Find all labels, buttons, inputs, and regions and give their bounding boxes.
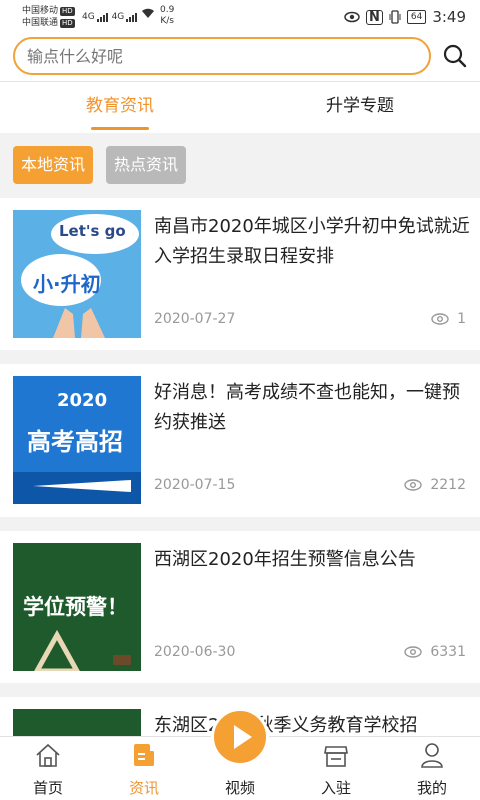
- news-title: 好消息！高考成绩不查也能知，一键预约获推送: [154, 382, 460, 433]
- carrier-2: 中国联通: [22, 18, 59, 28]
- eye-icon: [404, 479, 423, 491]
- news-date: 2020-07-15: [154, 477, 236, 493]
- video-play-button[interactable]: [211, 708, 269, 766]
- news-date: 2020-07-27: [154, 311, 236, 327]
- wifi-icon: [142, 8, 155, 18]
- news-item[interactable]: 学位预警！ 西湖区2020年招生预警信息公告 2020-06-30 6331: [0, 531, 480, 683]
- search-input[interactable]: [13, 37, 431, 75]
- carrier-1: 中国移动: [22, 6, 59, 16]
- vibrate-icon: [389, 10, 401, 24]
- carrier-info: 中国移动 HD 中国联通 HD: [22, 6, 75, 28]
- tab-admission-topics[interactable]: 升学专题: [240, 82, 480, 133]
- signal-icon: 4G 4G: [82, 8, 155, 22]
- nav-home[interactable]: 首页: [0, 737, 96, 800]
- news-item[interactable]: 2020 高考高招 好消息！高考成绩不查也能知，一键预约获推送 2020-07-…: [0, 364, 480, 517]
- filter-chips: 本地资讯 热点资讯: [13, 146, 187, 184]
- network-speed: 0.9 K/s: [160, 5, 175, 26]
- nav-mine[interactable]: 我的: [384, 737, 480, 800]
- clock: 3:49: [432, 8, 466, 26]
- chip-local-news[interactable]: 本地资讯: [13, 146, 94, 184]
- status-icons: N 64 3:49: [344, 8, 466, 26]
- store-icon: [324, 746, 348, 767]
- news-date: 2020-06-30: [154, 644, 236, 660]
- news-thumbnail: 2020 高考高招: [13, 376, 141, 504]
- news-thumbnail: Let's go 小·升初: [13, 210, 141, 338]
- nav-news[interactable]: 资讯: [96, 737, 192, 800]
- nfc-icon: N: [365, 9, 383, 25]
- eye-icon: [344, 11, 360, 23]
- news-title: 西湖区2020年招生预警信息公告: [154, 549, 416, 570]
- user-icon: [421, 743, 443, 768]
- eye-icon: [431, 313, 449, 325]
- news-item[interactable]: Let's go 小·升初 南昌市2020年城区小学升初中免试就近入学招生录取日…: [0, 198, 480, 350]
- search-icon[interactable]: [442, 43, 468, 69]
- news-views: 1: [431, 311, 466, 327]
- news-views: 2212: [404, 477, 466, 493]
- eye-icon: [404, 646, 423, 658]
- battery-icon: 64: [406, 10, 427, 24]
- category-tabs: 教育资讯 升学专题: [0, 82, 480, 133]
- status-bar: 中国移动 HD 中国联通 HD 4G 4G 0.9 K/s N 64 3:49: [0, 0, 480, 34]
- play-icon: [234, 725, 252, 749]
- news-title: 南昌市2020年城区小学升初中免试就近入学招生录取日程安排: [154, 216, 470, 267]
- news-views: 6331: [404, 644, 466, 660]
- home-icon: [36, 743, 60, 767]
- nav-join[interactable]: 入驻: [288, 737, 384, 800]
- search-bar: [0, 34, 480, 82]
- news-thumbnail: 学位预警！: [13, 543, 141, 671]
- news-icon: [134, 744, 154, 766]
- tab-education-news[interactable]: 教育资讯: [0, 82, 240, 133]
- chip-hot-news[interactable]: 热点资讯: [106, 146, 187, 184]
